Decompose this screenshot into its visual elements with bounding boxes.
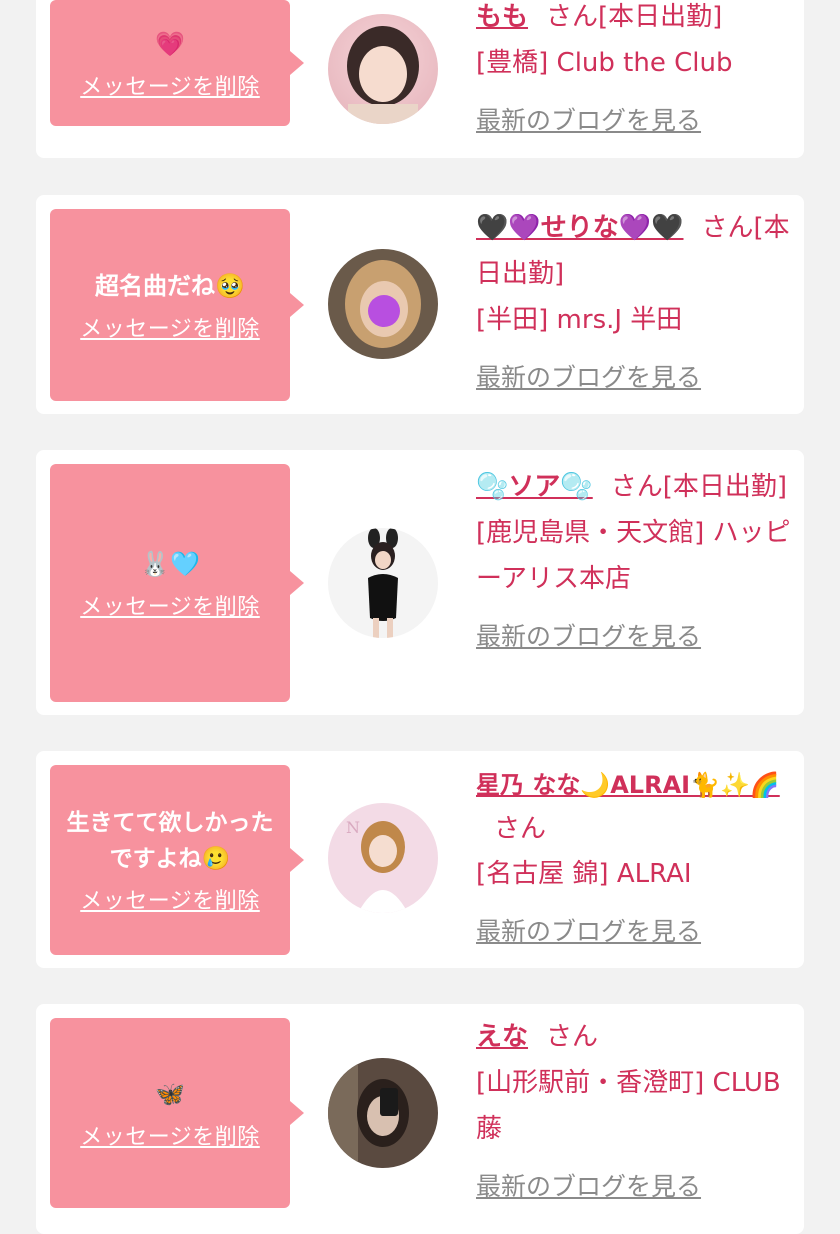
message-text: 超名曲だね🥹 — [95, 272, 245, 300]
message-bubble: 🦋 メッセージを削除 — [50, 1018, 304, 1208]
shop-label: [名古屋 錦] ALRAI — [476, 859, 692, 889]
message-text: 💗 — [155, 30, 185, 58]
avatar[interactable] — [328, 14, 438, 124]
cast-info: 🖤💜せりな💜🖤 さん[本日出勤] [半田] mrs.J 半田 最新のブログを見る — [476, 205, 796, 401]
latest-blog-link[interactable]: 最新のブログを見る — [476, 355, 701, 401]
message-card: 🦋 メッセージを削除 えな さん [山形駅前・香澄町] CLUB 藤 最新のブログ… — [36, 1004, 804, 1234]
shop-label: [豊橋] Club the Club — [476, 48, 733, 78]
cast-name-link[interactable]: 星乃 なな🌙ALRAI🐈✨🌈 — [476, 771, 780, 799]
message-bubble: 🐰🩵 メッセージを削除 — [50, 464, 304, 702]
honorific-label: さん — [546, 1022, 599, 1052]
message-card: 🐰🩵 メッセージを削除 🫧ソア🫧 さん[本日出勤] [鹿児島県・天文館] ハッピー… — [36, 450, 804, 715]
cast-name-link[interactable]: 🖤💜せりな💜🖤 — [476, 213, 684, 243]
message-bubble: 生きてて欲しかったですよね🥲 メッセージを削除 — [50, 765, 304, 955]
cast-name-link[interactable]: えな — [476, 1022, 528, 1052]
message-bubble: 超名曲だね🥹 メッセージを削除 — [50, 209, 304, 401]
message-text: 🦋 — [155, 1080, 185, 1108]
latest-blog-link[interactable]: 最新のブログを見る — [476, 909, 701, 955]
cast-name-link[interactable]: もも — [476, 2, 528, 32]
cast-info: もも さん[本日出勤] [豊橋] Club the Club 最新のブログを見る — [476, 0, 796, 144]
shop-label: [鹿児島県・天文館] ハッピーアリス本店 — [476, 518, 791, 594]
message-card: 生きてて欲しかったですよね🥲 メッセージを削除 N 星乃 なな🌙ALRAI🐈✨🌈… — [36, 751, 804, 968]
delete-message-link[interactable]: メッセージを削除 — [80, 1119, 260, 1151]
avatar[interactable] — [328, 249, 438, 359]
message-text: 🐰🩵 — [140, 550, 200, 578]
delete-message-link[interactable]: メッセージを削除 — [80, 69, 260, 101]
shop-label: [半田] mrs.J 半田 — [476, 305, 683, 335]
latest-blog-link[interactable]: 最新のブログを見る — [476, 98, 701, 144]
cast-info: 星乃 なな🌙ALRAI🐈✨🌈 さん [名古屋 錦] ALRAI 最新のブログを見る — [476, 763, 796, 955]
message-text: 生きてて欲しかったですよね🥲 — [66, 810, 274, 872]
delete-message-link[interactable]: メッセージを削除 — [80, 883, 260, 915]
message-card: 💗 メッセージを削除 もも さん[本日出勤] [豊橋] Club the Club… — [36, 0, 804, 158]
message-bubble: 💗 メッセージを削除 — [50, 0, 304, 126]
latest-blog-link[interactable]: 最新のブログを見る — [476, 1164, 701, 1210]
svg-text:N: N — [346, 818, 360, 837]
shop-label: [山形駅前・香澄町] CLUB 藤 — [476, 1068, 781, 1144]
avatar[interactable] — [328, 528, 438, 638]
status-label: [本日出勤] — [662, 472, 788, 502]
honorific-label: さん — [494, 814, 547, 844]
honorific-label: さん — [701, 213, 754, 243]
delete-message-link[interactable]: メッセージを削除 — [80, 311, 260, 343]
delete-message-link[interactable]: メッセージを削除 — [80, 589, 260, 621]
avatar[interactable] — [328, 1058, 438, 1168]
avatar[interactable]: N — [328, 803, 438, 913]
cast-info: えな さん [山形駅前・香澄町] CLUB 藤 最新のブログを見る — [476, 1014, 796, 1210]
cast-name-link[interactable]: 🫧ソア🫧 — [476, 472, 593, 502]
status-label: [本日出勤] — [598, 2, 723, 32]
message-card: 超名曲だね🥹 メッセージを削除 🖤💜せりな💜🖤 さん[本日出勤] [半田] mrs… — [36, 195, 804, 414]
honorific-label: さん — [546, 2, 599, 32]
honorific-label: さん — [610, 472, 663, 502]
cast-info: 🫧ソア🫧 さん[本日出勤] [鹿児島県・天文館] ハッピーアリス本店 最新のブログ… — [476, 464, 796, 660]
latest-blog-link[interactable]: 最新のブログを見る — [476, 614, 701, 660]
